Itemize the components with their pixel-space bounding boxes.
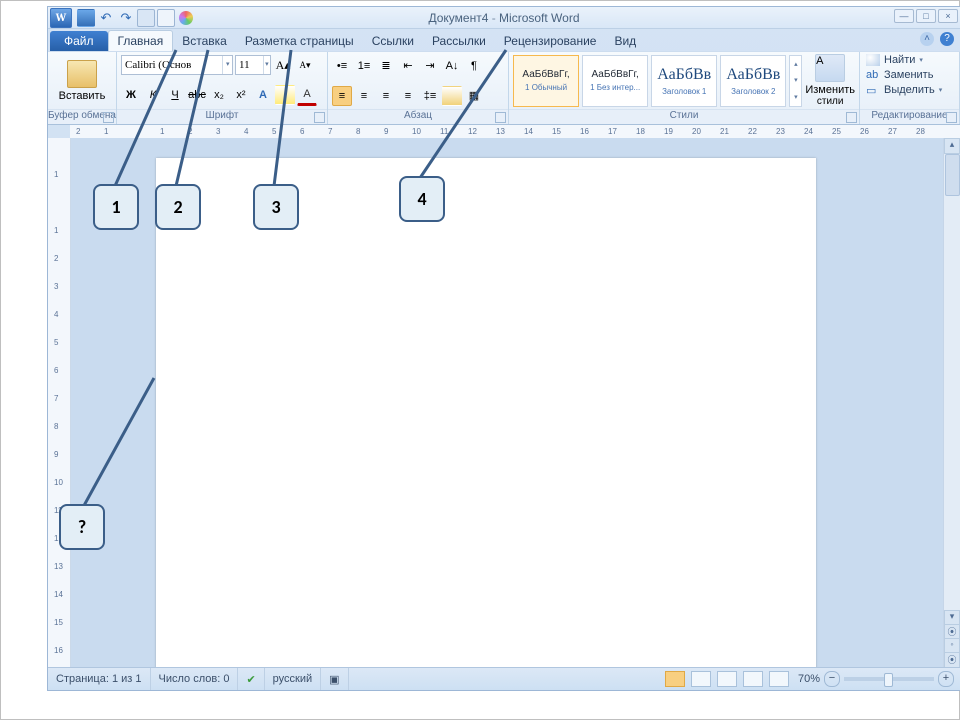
- increase-indent-icon[interactable]: ⇥: [420, 56, 440, 76]
- status-proofing[interactable]: ✔: [238, 668, 264, 690]
- show-marks-icon[interactable]: ¶: [464, 56, 484, 76]
- style-heading1[interactable]: АаБбВвЗаголовок 1: [651, 55, 717, 107]
- status-macro[interactable]: ▣: [321, 668, 348, 690]
- decrease-indent-icon[interactable]: ⇤: [398, 56, 418, 76]
- zoom-out-icon[interactable]: −: [824, 671, 840, 687]
- group-editing: Найти▾ abЗаменить ▭Выделить▾ Редактирова…: [860, 52, 960, 124]
- styles-more-button[interactable]: ▴▾▾: [789, 55, 802, 107]
- shading-icon[interactable]: [442, 86, 462, 106]
- status-page[interactable]: Страница: 1 из 1: [48, 668, 151, 690]
- replace-button[interactable]: abЗаменить: [866, 69, 953, 81]
- callout-lead-q: [1, 1, 301, 151]
- help-icon[interactable]: ?: [940, 32, 954, 46]
- view-outline[interactable]: [743, 671, 763, 687]
- sort-icon[interactable]: A↓: [442, 56, 462, 76]
- vertical-ruler[interactable]: 11234567891011121314151617: [48, 138, 71, 668]
- minimize-ribbon-icon[interactable]: ˄: [920, 32, 934, 46]
- status-words[interactable]: Число слов: 0: [151, 668, 239, 690]
- justify-icon[interactable]: ≡: [398, 86, 418, 106]
- proofing-icon: ✔: [246, 673, 255, 686]
- zoom-slider[interactable]: [844, 677, 934, 681]
- view-web[interactable]: [717, 671, 737, 687]
- style-normal[interactable]: АаБбВвГг,1 Обычный: [513, 55, 579, 107]
- scroll-up-icon[interactable]: ▴: [944, 138, 960, 154]
- callout-4: 4: [399, 176, 445, 222]
- page[interactable]: [156, 158, 816, 668]
- align-center-icon[interactable]: ≡: [354, 86, 374, 106]
- view-draft[interactable]: [769, 671, 789, 687]
- minimize-button[interactable]: —: [894, 9, 914, 23]
- tab-references[interactable]: Ссылки: [363, 31, 423, 51]
- view-full-screen[interactable]: [691, 671, 711, 687]
- zoom-controls: 70% − +: [792, 671, 960, 687]
- find-icon: [866, 54, 880, 66]
- document-area[interactable]: [71, 138, 943, 668]
- view-print-layout[interactable]: [665, 671, 685, 687]
- find-button[interactable]: Найти▾: [866, 54, 953, 66]
- replace-icon: ab: [866, 69, 880, 81]
- tab-mailings[interactable]: Рассылки: [423, 31, 495, 51]
- style-no-spacing[interactable]: АаБбВвГг,1 Без интер...: [582, 55, 648, 107]
- scroll-thumb[interactable]: [945, 154, 960, 196]
- style-heading2[interactable]: АаБбВвЗаголовок 2: [720, 55, 786, 107]
- group-label-paragraph: Абзац: [328, 109, 508, 124]
- select-button[interactable]: ▭Выделить▾: [866, 84, 953, 96]
- zoom-level[interactable]: 70%: [798, 673, 820, 685]
- callout-2: 2: [155, 184, 201, 230]
- callout-3: 3: [253, 184, 299, 230]
- select-icon: ▭: [866, 84, 880, 96]
- align-right-icon[interactable]: ≡: [376, 86, 396, 106]
- status-language[interactable]: русский: [265, 668, 321, 690]
- change-styles-icon: A: [815, 54, 845, 82]
- window-controls: — □ ×: [894, 9, 958, 23]
- line-spacing-icon[interactable]: ‡≡: [420, 86, 440, 106]
- multilevel-icon[interactable]: ≣: [376, 56, 396, 76]
- ribbon-help: ˄ ?: [920, 32, 954, 46]
- numbering-icon[interactable]: 1≡: [354, 56, 374, 76]
- view-buttons: [662, 668, 792, 690]
- vertical-scrollbar[interactable]: ▴ ▾ ⦿ ◦ ⦿: [943, 138, 960, 668]
- app-name: Microsoft Word: [499, 11, 579, 25]
- align-left-icon[interactable]: ≡: [332, 86, 352, 106]
- status-bar: Страница: 1 из 1 Число слов: 0 ✔ русский…: [48, 667, 960, 690]
- group-label-styles: Стили: [509, 109, 859, 124]
- callout-1: 1: [93, 184, 139, 230]
- macro-icon: ▣: [329, 673, 339, 686]
- close-button[interactable]: ×: [938, 9, 958, 23]
- callout-question: ?: [59, 504, 105, 550]
- slide-frame: W ↶ ↷ Документ4 - Microsoft Word — □ × Ф…: [0, 0, 960, 720]
- bullets-icon[interactable]: •≡: [332, 56, 352, 76]
- next-page-icon[interactable]: ⦿: [944, 652, 960, 668]
- document-name: Документ4: [428, 11, 488, 25]
- change-styles-button[interactable]: A Изменить стили: [805, 54, 855, 107]
- tab-review[interactable]: Рецензирование: [495, 31, 606, 51]
- restore-button[interactable]: □: [916, 9, 936, 23]
- zoom-in-icon[interactable]: +: [938, 671, 954, 687]
- tab-view[interactable]: Вид: [605, 31, 645, 51]
- group-styles: АаБбВвГг,1 Обычный АаБбВвГг,1 Без интер.…: [509, 52, 860, 124]
- group-label-editing: Редактирование: [860, 109, 959, 124]
